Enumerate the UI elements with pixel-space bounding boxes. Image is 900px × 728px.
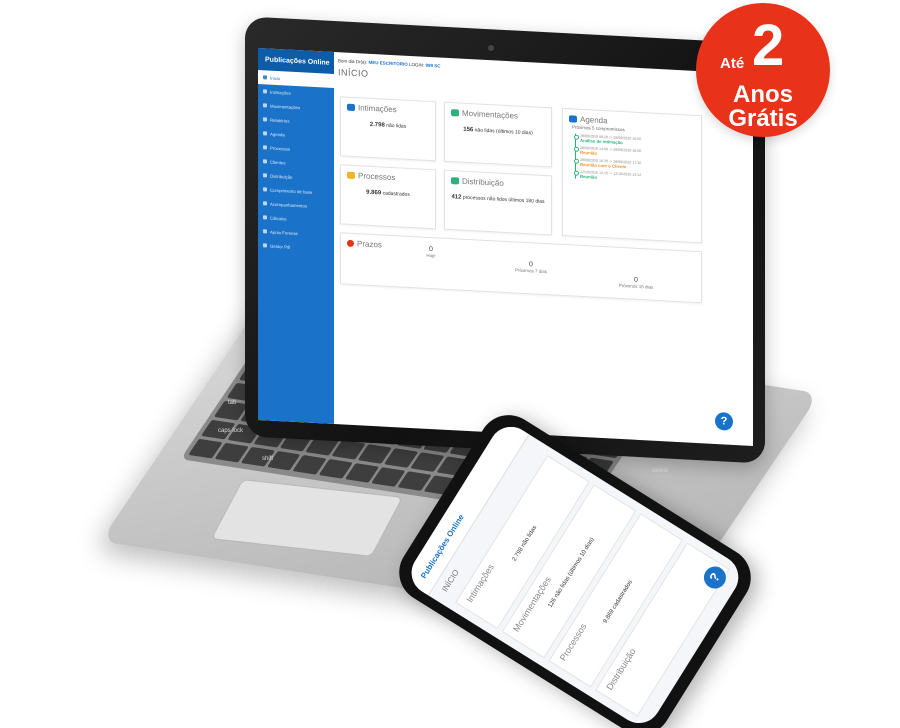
laptop-screen: Publicações Online Início Intimações Movim… <box>258 48 753 446</box>
card-value: 412 <box>451 194 462 201</box>
sidebar-item-label: Movimentações <box>270 103 301 110</box>
card-value: 9.869 <box>366 189 382 197</box>
follow-icon <box>263 201 267 206</box>
sidebar-item-label: Gestor Pdi <box>270 243 291 250</box>
card-suffix: não lidas (últimos 10 dias) <box>474 127 533 137</box>
sidebar-item-label: Cumprimento de base <box>270 187 313 195</box>
card-value: 2.798 <box>369 121 385 129</box>
sidebar-item-label: Processos <box>270 145 291 152</box>
card-prazos[interactable]: Prazos 0 Hoje 0 Próximos 7 dias 0 Próxim… <box>340 232 702 304</box>
agenda-title: Agenda <box>580 114 608 126</box>
gear-icon <box>263 243 267 248</box>
promo-badge: Até 2 Anos Grátis <box>696 3 830 137</box>
card-agenda[interactable]: Agenda Próximos 5 compromissos 28/09/202… <box>562 107 702 244</box>
prazo-label: Hoje <box>426 252 436 259</box>
check-icon <box>263 187 267 192</box>
scale-icon <box>263 173 267 178</box>
scale-icon <box>451 177 459 185</box>
card-title: Movimentações <box>462 108 519 121</box>
key-shift: shift <box>262 456 274 462</box>
sync-icon <box>263 103 267 108</box>
support-icon <box>263 229 267 234</box>
home-icon <box>263 75 267 80</box>
prazo-hoje[interactable]: 0 Hoje <box>411 245 451 259</box>
sidebar: Publicações Online Início Intimações Movim… <box>258 48 334 424</box>
greeting-office: MEU ESCRITORIO <box>368 59 408 67</box>
sidebar-item-label: Apoio Forense <box>270 229 298 236</box>
calendar-icon <box>569 115 577 123</box>
sidebar-item-12[interactable]: Gestor Pdi <box>258 238 334 256</box>
greeting-login: 999 SC <box>425 62 441 69</box>
badge-prefix: Até <box>720 55 745 72</box>
sidebar-item-label: Relatórios <box>270 117 290 124</box>
sidebar-item-label: Início <box>270 75 281 81</box>
prazos-title: Prazos <box>357 239 382 250</box>
badge-line3: Grátis <box>728 105 798 132</box>
card-title: Processos <box>358 171 396 183</box>
prazo-15-dias[interactable]: 0 Próximos 15 dias <box>601 275 671 291</box>
card-title: Intimações <box>358 103 397 115</box>
camera-dot <box>488 45 494 51</box>
card-title: Distribuição <box>462 176 504 188</box>
sidebar-item-label: Agenda <box>270 131 285 137</box>
users-icon <box>263 159 267 164</box>
card-movimentacoes[interactable]: Movimentações 156 não lidas (últimos 10 … <box>444 101 552 168</box>
card-suffix: não lidas <box>386 122 407 130</box>
badge-line2: Anos <box>733 81 793 108</box>
agenda-list: 28/09/2020 09:20 -> 28/09/2020 10:00 Anál… <box>575 133 701 186</box>
key-delete: delete <box>652 468 669 474</box>
card-value: 156 <box>463 126 474 134</box>
card-processos[interactable]: Processos 9.869 cadastrados <box>340 164 436 230</box>
sidebar-item-label: Acompanhamentos <box>270 201 308 209</box>
sidebar-item-label: Cálculos <box>270 215 287 221</box>
greeting-login-prefix: LOGIN: <box>408 61 425 68</box>
card-intimacoes[interactable]: Intimações 2.798 não lidas <box>340 96 436 162</box>
file-icon <box>263 145 267 150</box>
key-tab: tab <box>228 400 237 406</box>
clock-icon <box>347 239 354 248</box>
calendar-icon <box>263 131 267 136</box>
megaphone-icon <box>263 89 267 94</box>
sidebar-item-label: Intimações <box>270 89 291 96</box>
calculator-icon <box>263 215 267 220</box>
report-icon <box>263 117 267 122</box>
sidebar-item-label: Distribuição <box>270 173 293 180</box>
badge-number: 2 <box>752 13 785 78</box>
card-suffix: processos não lidos últimos 180 dias <box>462 194 545 206</box>
key-caps-lock: caps lock <box>218 428 244 434</box>
sync-icon <box>451 109 459 117</box>
help-button[interactable]: ? <box>715 411 733 431</box>
card-distribuicao[interactable]: Distribuição 412 processos não lidos últ… <box>444 169 552 236</box>
sidebar-item-label: Clientes <box>270 159 286 165</box>
greeting-prefix: Bom dia Dr(a): <box>338 58 368 65</box>
card-suffix: cadastrados <box>382 190 410 198</box>
megaphone-icon <box>347 103 355 112</box>
file-icon <box>347 171 355 180</box>
prazo-7-dias[interactable]: 0 Próximos 7 dias <box>501 260 561 275</box>
